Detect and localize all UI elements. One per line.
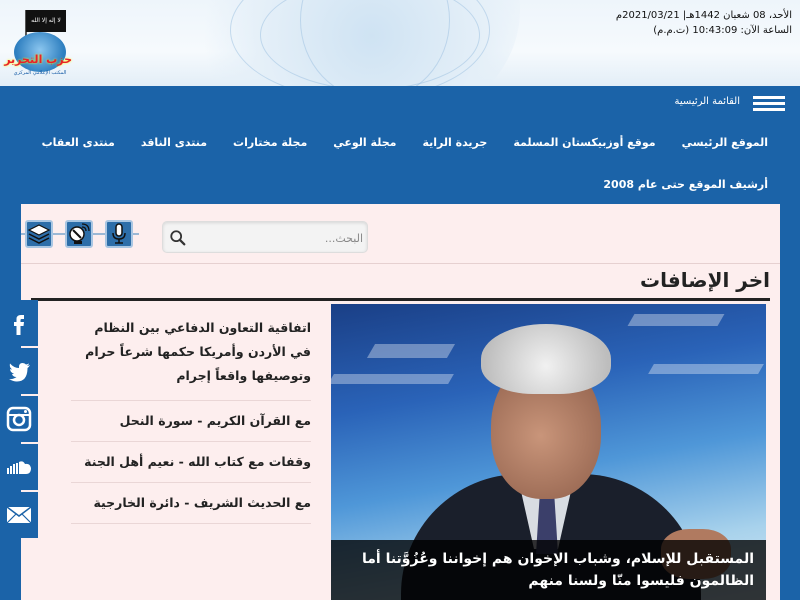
site-logo[interactable]: لا إله إلا الله محمد رسول الله حزب التحر… [4, 10, 72, 80]
background-stripe [648, 364, 764, 374]
facebook-icon[interactable] [0, 300, 38, 346]
date-info: الأحد، 08 شعبان 1442هـ| 2021/03/21م السا… [616, 8, 792, 38]
email-icon[interactable] [0, 492, 38, 538]
content-area: اخر الإضافات المستقبل للإسلام، وشباب الإ… [21, 204, 780, 600]
search-icon[interactable] [169, 229, 187, 247]
nav-row-2: أرشيف الموقع حتى عام 2008 [603, 178, 768, 191]
hamburger-menu-icon[interactable] [753, 96, 785, 112]
time-line: الساعة الآن: 10:43:09 (ت.م.م) [653, 25, 792, 36]
right-gutter [780, 122, 800, 600]
list-item[interactable]: وقفات مع كتاب الله - نعيم أهل الجنة [71, 442, 311, 483]
logo-globe [14, 32, 66, 72]
section-title: اخر الإضافات [640, 268, 770, 292]
date-line: الأحد، 08 شعبان 1442هـ| 2021/03/21م [615, 10, 792, 21]
title-underline [31, 298, 770, 301]
twitter-icon[interactable] [0, 348, 38, 394]
nav-item-alnaqed[interactable]: منتدى الناقد [141, 136, 207, 149]
satellite-icon[interactable] [65, 220, 93, 248]
list-item[interactable]: مع القرآن الكريم - سورة النحل [71, 401, 311, 442]
featured-caption[interactable]: المستقبل للإسلام، وشباب الإخوان هم إخوان… [331, 540, 766, 600]
person-hair [481, 324, 611, 394]
nav-item-aloqab[interactable]: منتدى العقاب [42, 136, 115, 149]
background-stripe [627, 314, 725, 326]
nav-item-mukhtarat[interactable]: مجلة مختارات [233, 136, 307, 149]
nav-item-alraya[interactable]: جريدة الراية [422, 136, 487, 149]
list-item[interactable]: مع الحديث الشريف - دائرة الخارجية [71, 483, 311, 524]
background-stripe [331, 374, 454, 384]
microphone-icon[interactable] [105, 220, 133, 248]
main-navigation: الموقع الرئيسي موقع أوزبيكستان المسلمة ج… [21, 122, 780, 204]
logo-subtext: المكتب الإعلامي المركزي [13, 70, 67, 76]
nav-item-main-site[interactable]: الموقع الرئيسي [682, 136, 768, 149]
news-list: اتفاقية التعاون الدفاعي بين النظام في ال… [71, 304, 311, 524]
nav-item-alwaie[interactable]: مجلة الوعي [333, 136, 396, 149]
nav-item-uzbekistan[interactable]: موقع أوزبيكستان المسلمة [513, 136, 655, 149]
divider [21, 263, 780, 264]
layers-icon[interactable] [25, 220, 53, 248]
instagram-icon[interactable] [0, 396, 38, 442]
search-box [162, 221, 368, 253]
globe-line [300, 0, 450, 86]
media-icons [21, 218, 139, 254]
nav-row-1: الموقع الرئيسي موقع أوزبيكستان المسلمة ج… [42, 136, 768, 149]
social-sidebar [0, 300, 38, 540]
soundcloud-icon[interactable] [0, 444, 38, 490]
featured-image[interactable]: المستقبل للإسلام، وشباب الإخوان هم إخوان… [331, 304, 766, 600]
main-menu-label[interactable]: القائمة الرئيسية [675, 96, 740, 107]
background-stripe [366, 344, 456, 358]
nav-item-archive[interactable]: أرشيف الموقع حتى عام 2008 [603, 178, 768, 191]
site-header: لا إله إلا الله محمد رسول الله حزب التحر… [0, 0, 800, 86]
logo-flag: لا إله إلا الله محمد رسول الله [26, 10, 66, 32]
list-item[interactable]: اتفاقية التعاون الدفاعي بين النظام في ال… [71, 304, 311, 401]
search-input[interactable] [193, 228, 363, 248]
top-menu-bar: القائمة الرئيسية [0, 86, 800, 122]
logo-text: حزب التحرير [4, 53, 72, 66]
